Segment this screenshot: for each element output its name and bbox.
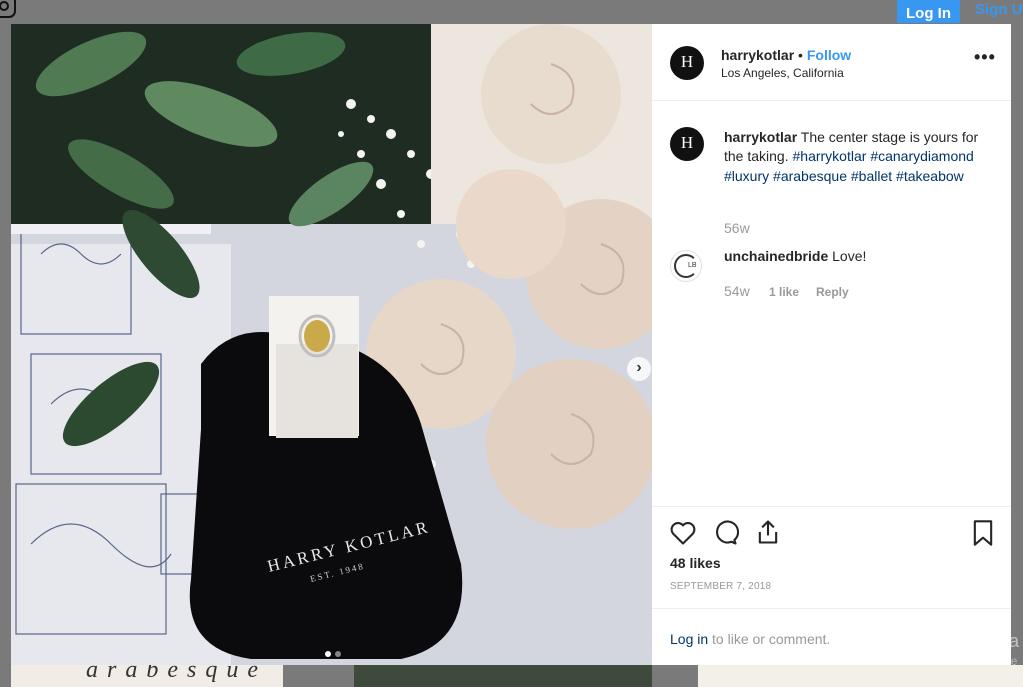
follow-button[interactable]: Follow — [807, 47, 851, 63]
caption-username[interactable]: harrykotlar — [724, 129, 797, 145]
photo-illustration: HARRY KOTLAR EST. 1948 — [11, 24, 652, 665]
login-prompt-rest: to like or comment. — [708, 631, 831, 647]
hashtag-link[interactable]: #arabesque — [773, 168, 847, 184]
carousel-dots — [323, 644, 343, 662]
login-button[interactable]: Log In — [897, 0, 960, 23]
commenter-avatar-initials: LB — [688, 262, 697, 269]
profile-avatar[interactable]: H — [670, 46, 704, 80]
login-prompt: Log in to like or comment. — [652, 608, 1011, 667]
comment-time[interactable]: 54w — [724, 283, 750, 299]
post-caption: harrykotlar The center stage is yours fo… — [724, 128, 994, 186]
post-header-user: harrykotlar • Follow — [721, 47, 851, 63]
feed-thumbnail[interactable] — [354, 665, 652, 687]
login-link[interactable]: Log in — [670, 631, 708, 647]
comment: unchainedbride Love! — [724, 248, 866, 264]
instagram-icon[interactable] — [0, 0, 16, 18]
heart-icon[interactable] — [669, 519, 697, 547]
login-prompt-text: Log in to like or comment. — [670, 631, 830, 647]
header-username[interactable]: harrykotlar — [721, 47, 794, 63]
post-photo[interactable]: HARRY KOTLAR EST. 1948 › — [11, 24, 652, 665]
post-header: H harrykotlar • Follow Los Angeles, Cali… — [652, 24, 1011, 101]
comment-username[interactable]: unchainedbride — [724, 248, 828, 264]
comment-icon[interactable] — [711, 519, 739, 547]
activation-watermark: Activa — [970, 631, 1020, 651]
hashtag-link[interactable]: #harrykotlar — [793, 148, 867, 164]
reply-button[interactable]: Reply — [816, 285, 849, 299]
more-options-icon[interactable]: ••• — [974, 47, 996, 68]
commenter-avatar[interactable]: LB — [670, 250, 702, 282]
feed-thumbnail[interactable] — [698, 665, 1023, 687]
caption-avatar[interactable]: H — [670, 127, 704, 161]
hashtag-link[interactable]: #ballet — [851, 168, 892, 184]
comment-likes[interactable]: 1 like — [769, 285, 799, 299]
next-image-button[interactable]: › — [627, 357, 651, 381]
comment-text: Love! — [832, 248, 867, 264]
header-separator: • — [798, 47, 803, 63]
hashtag-link[interactable]: #luxury — [724, 168, 769, 184]
location-link[interactable]: Los Angeles, California — [721, 66, 844, 80]
signup-link[interactable]: Sign Up — [975, 1, 1023, 18]
share-icon[interactable] — [754, 518, 782, 546]
bookmark-icon[interactable] — [969, 519, 997, 547]
feed-thumbnail[interactable]: arabesque — [11, 665, 283, 687]
hashtag-link[interactable]: #canarydiamond — [870, 148, 974, 164]
post-actions: 48 likes SEPTEMBER 7, 2018 Log in to lik… — [652, 506, 1011, 666]
caption-time[interactable]: 56w — [724, 220, 750, 236]
hashtag-link[interactable]: #takeabow — [896, 168, 964, 184]
thumbnail-text: arabesque — [86, 665, 267, 683]
carousel-dot-active — [325, 651, 331, 657]
post-panel: H harrykotlar • Follow Los Angeles, Cali… — [652, 24, 1011, 665]
top-bar: Log In Sign Up — [0, 0, 1023, 24]
carousel-dot — [335, 651, 341, 657]
likes-count[interactable]: 48 likes — [670, 555, 721, 571]
post-date[interactable]: SEPTEMBER 7, 2018 — [670, 581, 771, 592]
